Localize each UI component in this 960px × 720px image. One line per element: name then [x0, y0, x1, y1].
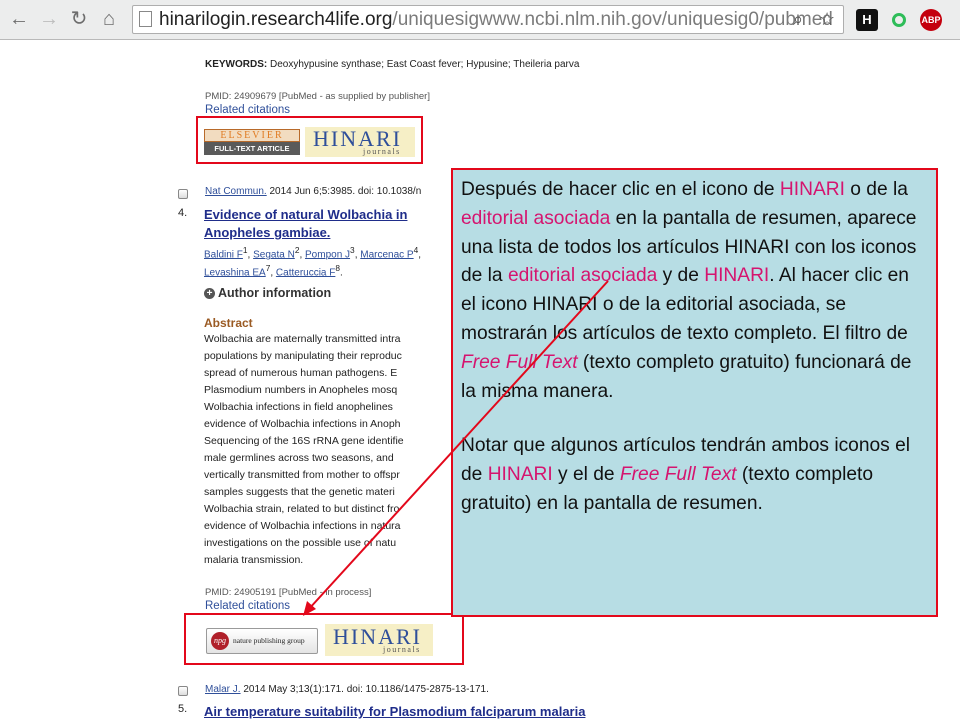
zoom-search-icon[interactable]: ⌕: [793, 6, 803, 33]
bookmark-star-icon[interactable]: ☆: [819, 6, 835, 33]
forward-arrow-icon[interactable]: →: [38, 8, 60, 30]
adblock-plus-icon[interactable]: ABP: [920, 9, 942, 31]
green-ring-icon[interactable]: [888, 9, 910, 31]
pubmed-results: KEYWORDS: Deoxyhypusine synthase; East C…: [0, 40, 960, 720]
address-bar[interactable]: hinarilogin.research4life.org/uniquesigw…: [132, 5, 844, 34]
url-path: /uniquesigwww.ncbi.nlm.nih.gov/uniquesig…: [392, 9, 833, 30]
extension-h-icon[interactable]: H: [856, 9, 878, 31]
url-host: hinarilogin.research4life.org: [159, 9, 393, 30]
page-icon: [139, 11, 152, 27]
pointer-arrow: [303, 280, 609, 616]
back-arrow-icon[interactable]: ←: [8, 8, 30, 30]
arrow-line: [307, 280, 609, 611]
browser-toolbar: ← → ↻ ⌂ hinarilogin.research4life.org/un…: [0, 0, 960, 40]
home-icon[interactable]: ⌂: [98, 8, 120, 30]
reload-icon[interactable]: ↻: [68, 8, 90, 30]
